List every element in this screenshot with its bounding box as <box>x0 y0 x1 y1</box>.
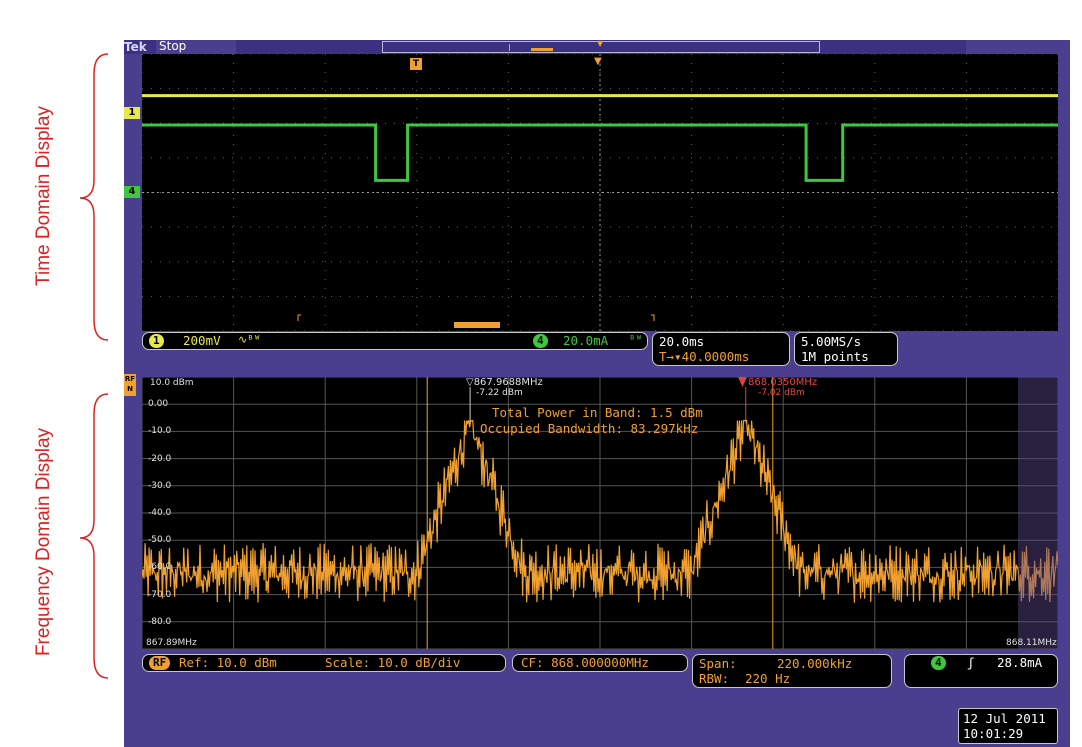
y-axis-label: -50.0 <box>148 535 172 546</box>
time-domain-plot <box>142 54 1058 331</box>
marker1-level: -7.22 dBm <box>476 388 523 398</box>
center-frequency-readout[interactable]: CF: 868.000000MHz <box>512 654 688 672</box>
trigger-marker-icon: T <box>410 58 422 70</box>
oscilloscope-screen: Tek Stop ▼ T ▼ 1 4 1 200mV ∿ᴮᵂ 4 20.0mA … <box>124 39 1070 747</box>
y-axis-label: 0.00 <box>148 399 169 410</box>
ref-level: Ref: 10.0 dBm <box>179 655 277 670</box>
ch1-badge: 1 <box>149 334 164 348</box>
trigger-pos-icon: ▼ <box>597 39 604 48</box>
y-axis-label: -80.0 <box>148 616 172 627</box>
time: 10:01:29 <box>963 726 1024 741</box>
span-rbw-readout[interactable]: Span: 220.000kHz RBW: 220 Hz <box>692 654 892 688</box>
span-value: 220.000kHz <box>777 656 853 671</box>
y-axis-label: -20.0 <box>148 453 172 464</box>
y-axis-label: -40.0 <box>148 508 172 518</box>
measurement-occupied-bw: Occupied Bandwidth: 83.297kHz <box>480 421 699 436</box>
time-domain-graticule[interactable]: T ▼ <box>142 54 1058 331</box>
tek-logo: Tek <box>124 40 147 54</box>
ch4-bw-icon: ᴮᵂ <box>629 333 643 346</box>
rf-readout-bar[interactable]: RF Ref: 10.0 dBm Scale: 10.0 dB/div <box>142 654 506 672</box>
rbw-label: RBW: <box>699 671 730 686</box>
rf-marker-text: RF N <box>124 375 136 393</box>
date-time-readout: 12 Jul 2011 10:01:29 <box>958 708 1058 744</box>
time-domain-label: Time Domain Display <box>33 106 54 286</box>
frequency-domain-graticule[interactable]: 10.0 dBm 0.00 -10.0 -20.0 -30.0 -40.0 -50.0 -6… <box>142 377 1058 649</box>
trigger-position-icon: ▼ <box>594 56 602 67</box>
ch1-scale: 200mV <box>183 333 221 348</box>
channel-readout-bar[interactable]: 1 200mV ∿ᴮᵂ 4 20.0mA ᴮᵂ <box>142 332 648 350</box>
ref-level-label: 10.0 dBm <box>150 378 194 388</box>
frequency-domain-brace <box>79 393 109 679</box>
trigger-ch-badge: 4 <box>931 656 946 670</box>
start-frequency: 867.89MHz <box>146 638 197 648</box>
trigger-marker-letter: T <box>412 59 420 69</box>
horizontal-scale: 20.0ms <box>659 334 705 349</box>
rbw-value: 220 Hz <box>745 671 791 686</box>
zoom-bracket-left <box>297 314 301 321</box>
span-edge-shade <box>1018 377 1058 649</box>
ch4-scale: 20.0mA <box>563 333 609 348</box>
trigger-slope-icon: ʃ <box>967 655 975 670</box>
marker2-level: -7.02 dBm <box>758 388 805 398</box>
ch1-coupling-icon: ∿ᴮᵂ <box>238 333 261 346</box>
vertical-scale: Scale: 10.0 dB/div <box>325 655 461 670</box>
horizontal-position: T→▾40.0000ms <box>659 349 750 364</box>
span-label: Span: <box>699 656 737 671</box>
rf-badge: RF <box>149 656 171 670</box>
record-length: 1M points <box>801 349 869 364</box>
measurement-total-power: Total Power in Band: 1.5 dBm <box>492 405 703 420</box>
sample-rate: 5.00MS/s <box>801 334 862 349</box>
horizontal-readout[interactable]: 20.0ms T→▾40.0000ms <box>652 332 790 366</box>
y-axis-label: -70.0 <box>148 589 172 600</box>
ch4-marker[interactable]: 4 <box>124 186 140 198</box>
ch4-badge: 4 <box>533 334 548 348</box>
rf-marker[interactable]: RF N <box>124 374 136 396</box>
marker2-frequency: 868.0350MHz <box>748 377 818 388</box>
y-axis-label: -30.0 <box>148 480 172 491</box>
acquisition-state[interactable]: Stop <box>156 40 236 54</box>
y-axis-label: -10.0 <box>148 426 172 437</box>
ch4-trace <box>142 123 1058 182</box>
y-axis-label: -60.0 <box>148 562 172 573</box>
zoom-box <box>454 322 500 328</box>
time-domain-brace <box>79 53 109 341</box>
stop-frequency: 868.11MHz <box>1006 638 1057 648</box>
marker1-frequency: ▽867.9688MHz <box>466 377 543 388</box>
top-status-bar: Tek Stop ▼ <box>124 39 1070 54</box>
trigger-readout[interactable]: 4 ʃ 28.8mA <box>904 654 1058 688</box>
zoom-bracket-right <box>651 314 655 321</box>
acquisition-readout[interactable]: 5.00MS/s 1M points <box>794 332 898 366</box>
frequency-domain-label: Frequency Domain Display <box>33 427 54 657</box>
record-view-strip[interactable]: ▼ <box>382 39 820 53</box>
date: 12 Jul 2011 <box>963 711 1046 726</box>
right-status-bar <box>966 40 1070 54</box>
trigger-level: 28.8mA <box>997 655 1043 670</box>
ch1-marker[interactable]: 1 <box>124 107 140 119</box>
center-frequency: CF: 868.000000MHz <box>521 655 649 670</box>
